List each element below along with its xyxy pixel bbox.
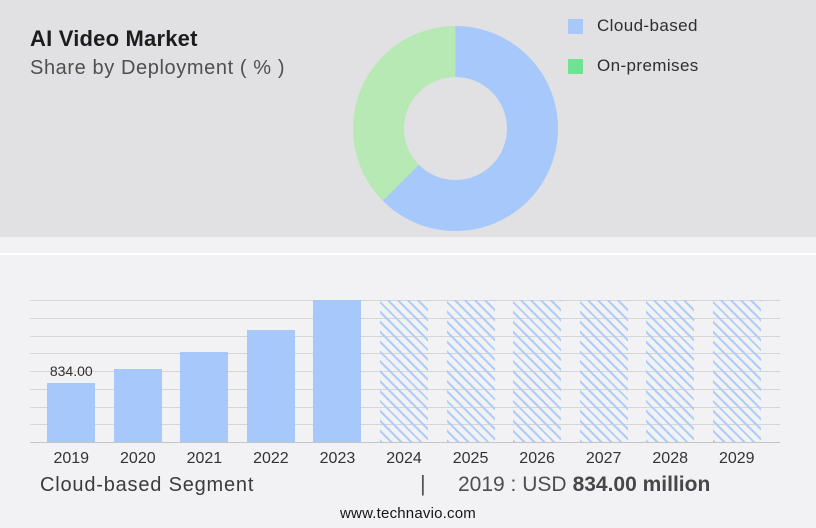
x-axis-label-2019: 2019 <box>38 450 105 468</box>
stat-value: 834.00 million <box>573 473 711 496</box>
page-subtitle: Share by Deployment ( % ) <box>30 57 285 80</box>
caption-separator: | <box>420 471 426 497</box>
bar-chart: 834.002019202020212022202320242025202620… <box>38 300 770 442</box>
bar-slot-2021: 2021 <box>171 300 238 442</box>
bar-2020 <box>114 369 162 442</box>
segment-caption: Cloud-based Segment <box>40 474 254 497</box>
bar-slot-2022: 2022 <box>238 300 305 442</box>
bar-slot-2024: 2024 <box>371 300 438 442</box>
legend-label: Cloud-based <box>597 16 698 36</box>
legend-item-on-premises: On-premises <box>568 56 699 76</box>
stat-line: 2019 : USD 834.00 million <box>458 473 710 497</box>
x-axis-label-2020: 2020 <box>105 450 172 468</box>
forecast-bar-2028 <box>646 300 694 442</box>
x-axis-label-2024: 2024 <box>371 450 438 468</box>
x-axis-label-2021: 2021 <box>171 450 238 468</box>
legend-swatch-on-premises-icon <box>568 59 583 74</box>
legend-swatch-cloud-based-icon <box>568 19 583 34</box>
bar-2023 <box>313 300 361 442</box>
x-axis-label-2025: 2025 <box>437 450 504 468</box>
forecast-bar-2024 <box>380 300 428 442</box>
website-link[interactable]: www.technavio.com <box>0 505 816 522</box>
bar-slot-2025: 2025 <box>437 300 504 442</box>
donut-hole <box>404 77 507 180</box>
forecast-bar-2026 <box>513 300 561 442</box>
bar-slot-2028: 2028 <box>637 300 704 442</box>
infographic-root: AI Video Market Share by Deployment ( % … <box>0 0 816 528</box>
page-title: AI Video Market <box>30 26 198 52</box>
forecast-bar-2029 <box>713 300 761 442</box>
x-axis-label-2028: 2028 <box>637 450 704 468</box>
x-axis-label-2029: 2029 <box>703 450 770 468</box>
bar-slot-2020: 2020 <box>105 300 172 442</box>
section-divider <box>0 253 816 255</box>
bar-slot-2019: 834.002019 <box>38 300 105 442</box>
x-axis-label-2023: 2023 <box>304 450 371 468</box>
bar-2021 <box>180 352 228 442</box>
x-axis-label-2026: 2026 <box>504 450 571 468</box>
legend-item-cloud-based: Cloud-based <box>568 16 699 36</box>
bar-slot-2026: 2026 <box>504 300 571 442</box>
x-axis-line <box>30 442 780 443</box>
x-axis-label-2022: 2022 <box>238 450 305 468</box>
bar-slot-2023: 2023 <box>304 300 371 442</box>
legend: Cloud-based On-premises <box>568 16 699 96</box>
bar-value-label: 834.00 <box>36 363 106 379</box>
forecast-bar-2025 <box>447 300 495 442</box>
bar-2022 <box>247 330 295 442</box>
bar-2019 <box>47 383 95 442</box>
legend-label: On-premises <box>597 56 699 76</box>
bar-slot-2029: 2029 <box>703 300 770 442</box>
stat-prefix: 2019 : USD <box>458 473 567 496</box>
header-section: AI Video Market Share by Deployment ( % … <box>0 0 816 237</box>
bar-slot-2027: 2027 <box>570 300 637 442</box>
x-axis-label-2027: 2027 <box>570 450 637 468</box>
forecast-bar-2027 <box>580 300 628 442</box>
